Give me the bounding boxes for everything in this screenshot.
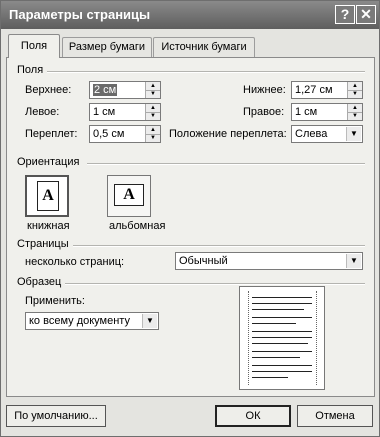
multiple-pages-select[interactable]: Обычный ▼ <box>175 252 363 270</box>
multiple-pages-value: Обычный <box>179 255 228 267</box>
spin-down-icon[interactable]: ▼ <box>146 90 160 98</box>
chevron-down-icon[interactable]: ▼ <box>142 314 157 328</box>
landscape-label: альбомная <box>109 220 166 232</box>
apply-to-label: Применить: <box>25 295 85 307</box>
help-icon[interactable]: ? <box>335 5 355 24</box>
pages-group-label: Страницы <box>17 238 69 250</box>
bottom-margin-value: 1,27 см <box>295 84 333 96</box>
preview-text-line <box>252 331 312 332</box>
apply-to-value: ко всему документу <box>29 315 130 327</box>
margin-guide-right <box>316 291 317 385</box>
close-icon[interactable]: ✕ <box>356 5 376 24</box>
portrait-label: книжная <box>27 220 70 232</box>
preview-text-line <box>252 309 304 310</box>
bottom-margin-label: Нижнее: <box>243 84 286 96</box>
tab-panel: Поля Верхнее: 2 см ▲ ▼ Нижнее: 1,27 см ▲ ▼… <box>6 57 375 397</box>
preview-text-line <box>252 337 312 338</box>
set-default-button[interactable]: По умолчанию... <box>6 405 106 427</box>
apply-to-select[interactable]: ко всему документу ▼ <box>25 312 159 330</box>
chevron-down-icon[interactable]: ▼ <box>346 254 361 268</box>
gutter-label: Переплет: <box>25 128 78 140</box>
tab-paper-size[interactable]: Размер бумаги <box>62 37 152 57</box>
bottom-margin-field[interactable]: 1,27 см ▲ ▼ <box>291 81 363 99</box>
divider <box>73 245 365 247</box>
chevron-down-icon[interactable]: ▼ <box>346 127 361 141</box>
sample-group-label: Образец <box>17 276 62 288</box>
cancel-button[interactable]: Отмена <box>297 405 373 427</box>
spin-down-icon[interactable]: ▼ <box>348 112 362 120</box>
divider <box>65 283 365 285</box>
preview-text-line <box>252 323 296 324</box>
gutter-position-select[interactable]: Слева ▼ <box>291 125 363 143</box>
multiple-pages-label: несколько страниц: <box>25 256 125 268</box>
portrait-page-icon: A <box>37 181 59 211</box>
ok-button[interactable]: ОК <box>215 405 291 427</box>
divider <box>47 71 365 73</box>
gutter-field[interactable]: 0,5 см ▲ ▼ <box>89 125 161 143</box>
gutter-position-value: Слева <box>295 128 328 140</box>
gutter-position-label: Положение переплета: <box>169 128 287 140</box>
divider <box>87 163 365 165</box>
preview-text-line <box>252 351 312 352</box>
preview-text-line <box>252 377 288 378</box>
spin-down-icon[interactable]: ▼ <box>146 112 160 120</box>
left-margin-label: Левое: <box>25 106 60 118</box>
dialog-title: Параметры страницы <box>9 7 151 22</box>
preview-text-line <box>252 365 312 366</box>
tab-strip: Поля Размер бумаги Источник бумаги <box>6 34 376 58</box>
preview-text-line <box>252 317 312 318</box>
portrait-option[interactable]: A <box>25 175 69 217</box>
right-margin-field[interactable]: 1 см ▲ ▼ <box>291 103 363 121</box>
spin-down-icon[interactable]: ▼ <box>146 134 160 142</box>
preview-text-line <box>252 357 300 358</box>
right-margin-label: Правое: <box>243 106 285 118</box>
preview-text-line <box>252 303 312 304</box>
preview-text-line <box>252 297 312 298</box>
preview-text-line <box>252 371 312 372</box>
title-bar: Параметры страницы ? ✕ <box>1 1 379 29</box>
landscape-page-icon: A <box>114 184 144 206</box>
page-preview <box>239 286 325 390</box>
orientation-group-label: Ориентация <box>17 156 80 168</box>
margins-group-label: Поля <box>17 64 44 76</box>
tab-paper-source[interactable]: Источник бумаги <box>153 37 255 57</box>
top-margin-label: Верхнее: <box>25 84 72 96</box>
right-margin-value: 1 см <box>295 106 318 118</box>
top-margin-field[interactable]: 2 см ▲ ▼ <box>89 81 161 99</box>
landscape-option[interactable]: A <box>107 175 151 217</box>
left-margin-value: 1 см <box>93 106 116 118</box>
preview-text-line <box>252 343 308 344</box>
tab-margins[interactable]: Поля <box>8 34 60 58</box>
top-margin-value: 2 см <box>93 84 118 96</box>
gutter-value: 0,5 см <box>93 128 125 140</box>
left-margin-field[interactable]: 1 см ▲ ▼ <box>89 103 161 121</box>
spin-down-icon[interactable]: ▼ <box>348 90 362 98</box>
margin-guide-left <box>248 291 249 385</box>
page-setup-dialog: Параметры страницы ? ✕ Поля Размер бумаг… <box>0 0 380 437</box>
